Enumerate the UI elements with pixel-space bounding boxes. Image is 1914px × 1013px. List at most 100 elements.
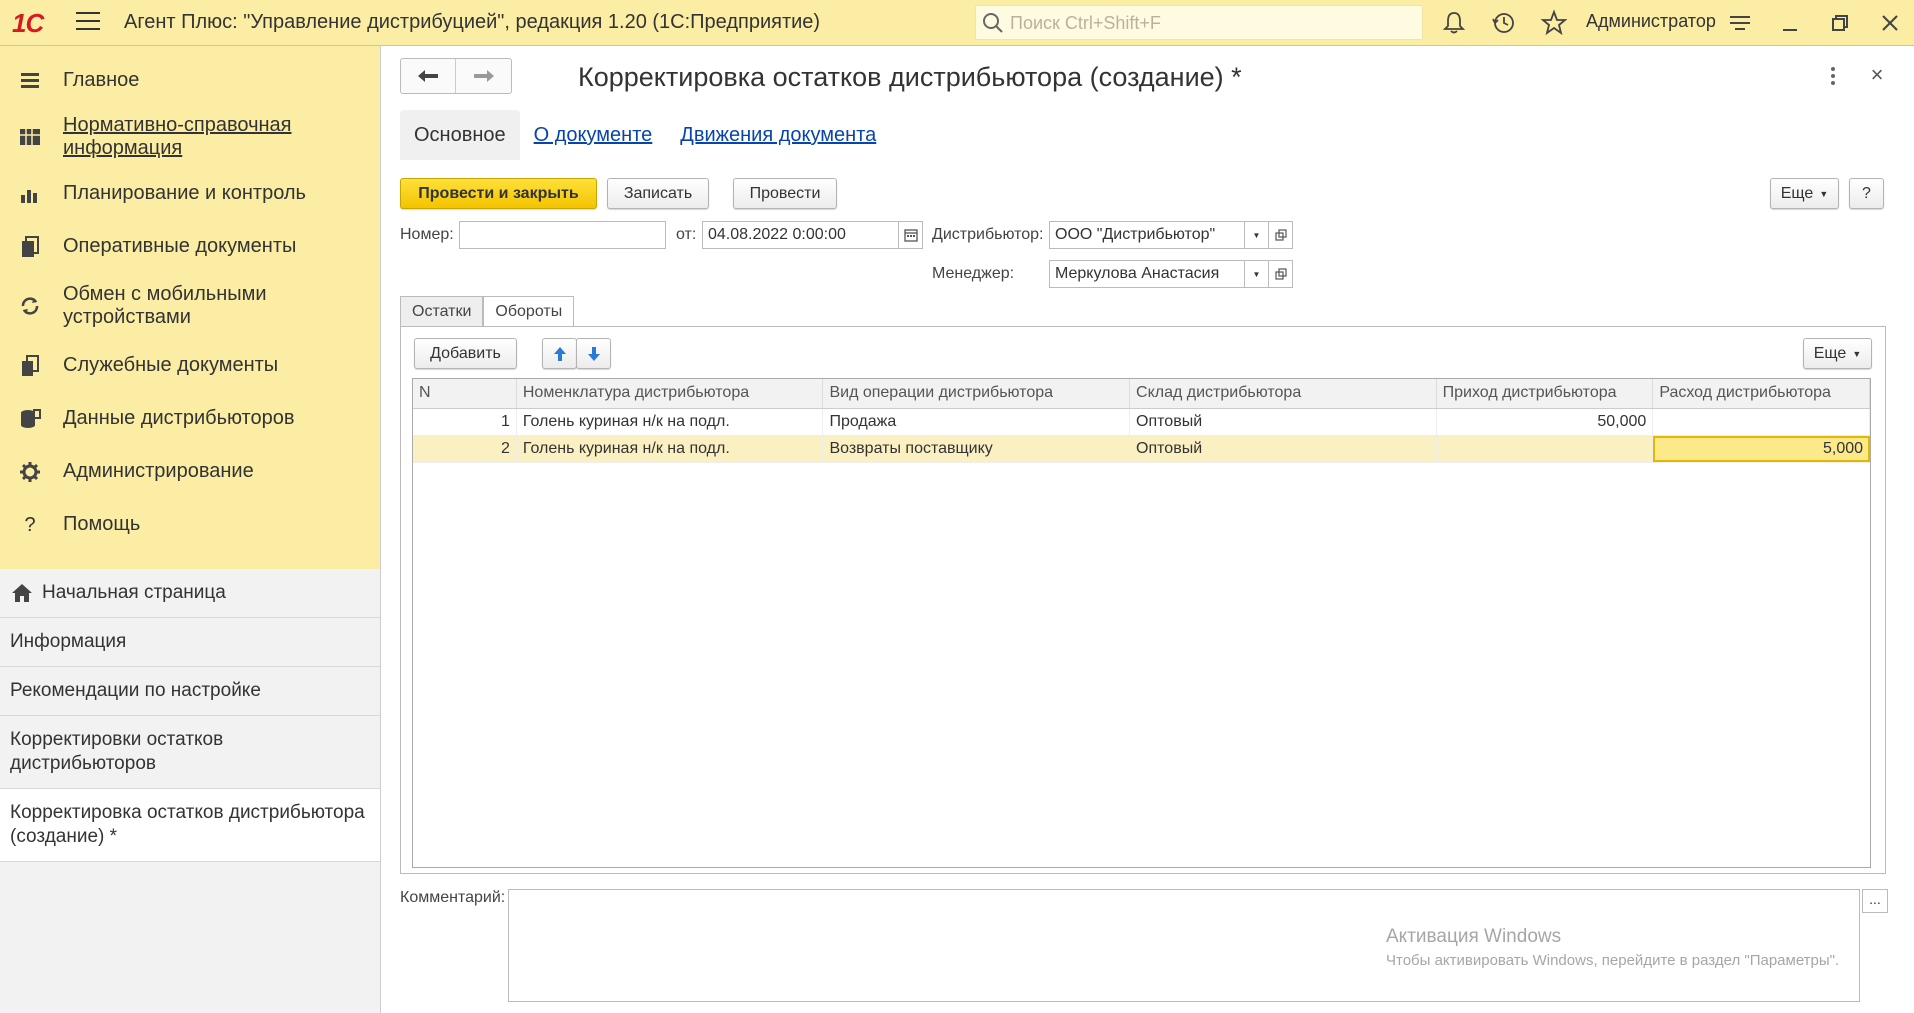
cell-operation[interactable]: Возвраты поставщику bbox=[823, 436, 1131, 462]
cell-warehouse[interactable]: Оптовый bbox=[1130, 436, 1437, 462]
table-row[interactable]: 2 Голень куриная н/к на подл. Возвраты п… bbox=[413, 436, 1871, 463]
cell-item[interactable]: Голень куриная н/к на подл. bbox=[517, 409, 824, 435]
star-icon[interactable] bbox=[1540, 9, 1568, 37]
cell-income[interactable]: 50,000 bbox=[1437, 409, 1654, 435]
more-button[interactable]: Еще ▼ bbox=[1770, 178, 1839, 209]
tab-document-movements[interactable]: Движения документа bbox=[666, 110, 890, 160]
cell-n: 1 bbox=[413, 409, 517, 435]
section-label: Администрирование bbox=[63, 460, 254, 482]
tab-main[interactable]: Основное bbox=[400, 110, 520, 160]
section-distributor-data[interactable]: Данные дистрибьюторов bbox=[0, 392, 380, 445]
column-header-n[interactable]: N bbox=[413, 379, 517, 408]
bar-chart-icon bbox=[21, 189, 37, 203]
back-button[interactable] bbox=[401, 59, 456, 93]
search-icon bbox=[983, 13, 1003, 33]
section-main[interactable]: Главное bbox=[0, 54, 380, 107]
database-icon bbox=[21, 408, 41, 428]
open-window-adjustment-create[interactable]: Корректировка остатков дистрибьютора (со… bbox=[0, 789, 380, 862]
more-vertical-icon[interactable] bbox=[1823, 64, 1843, 88]
calendar-button[interactable] bbox=[898, 221, 923, 249]
search-input[interactable]: Поиск Ctrl+Shift+F bbox=[975, 5, 1423, 40]
manager-label: Менеджер: bbox=[932, 265, 1015, 282]
minimize-icon[interactable] bbox=[1775, 8, 1805, 38]
distributor-dropdown-button[interactable]: ▼ bbox=[1244, 221, 1269, 249]
watermark-title: Активация Windows bbox=[1386, 926, 1562, 947]
chevron-down-icon: ▼ bbox=[1852, 348, 1862, 359]
section-label: Планирование и контроль bbox=[63, 182, 306, 204]
post-button[interactable]: Провести bbox=[733, 178, 837, 209]
open-window-icon bbox=[1274, 268, 1287, 280]
help-button[interactable]: ? bbox=[1849, 178, 1884, 209]
table-row[interactable]: 1 Голень куриная н/к на подл. Продажа Оп… bbox=[413, 409, 1871, 436]
open-window-adjustments-list[interactable]: Корректировки остатков дистрибьюторов bbox=[0, 716, 381, 789]
bell-icon[interactable] bbox=[1440, 9, 1468, 37]
search-placeholder: Поиск Ctrl+Shift+F bbox=[1010, 13, 1161, 33]
cell-n: 2 bbox=[413, 436, 517, 462]
open-windows-list: Начальная страница Информация Рекомендац… bbox=[0, 569, 381, 862]
section-reference-info[interactable]: Нормативно-справочная информация bbox=[0, 107, 380, 167]
tab-about-document[interactable]: О документе bbox=[520, 110, 667, 160]
cell-expense[interactable] bbox=[1653, 409, 1871, 435]
calendar-icon bbox=[903, 229, 918, 242]
section-administration[interactable]: Администрирование bbox=[0, 445, 380, 498]
section-service-docs[interactable]: Служебные документы bbox=[0, 339, 380, 392]
service-docs-icon bbox=[22, 354, 39, 376]
comment-expand-button[interactable]: ... bbox=[1862, 889, 1888, 913]
settings-lines-icon[interactable] bbox=[1725, 8, 1755, 38]
forward-button[interactable] bbox=[456, 59, 511, 93]
section-label: Нормативно-справочная информация bbox=[63, 114, 292, 159]
column-header-item[interactable]: Номенклатура дистрибьютора bbox=[517, 379, 824, 408]
date-field[interactable]: 04.08.2022 0:00:00 bbox=[702, 221, 899, 249]
chevron-down-icon: ▼ bbox=[1252, 269, 1261, 279]
column-header-expense[interactable]: Расход дистрибьютора bbox=[1653, 379, 1871, 408]
close-form-icon[interactable]: × bbox=[1866, 62, 1888, 87]
column-header-warehouse[interactable]: Склад дистрибьютора bbox=[1130, 379, 1437, 408]
save-button[interactable]: Записать bbox=[607, 178, 709, 209]
user-name[interactable]: Администратор bbox=[1586, 11, 1716, 32]
move-down-button[interactable] bbox=[576, 338, 611, 369]
open-window-label: Начальная страница bbox=[42, 582, 226, 603]
close-app-icon[interactable] bbox=[1875, 8, 1905, 38]
post-and-close-button[interactable]: Провести и закрыть bbox=[400, 178, 597, 209]
cell-item[interactable]: Голень куриная н/к на подл. bbox=[517, 436, 824, 462]
cell-income[interactable] bbox=[1437, 436, 1654, 462]
move-up-button[interactable] bbox=[542, 338, 577, 369]
manager-open-button[interactable] bbox=[1268, 260, 1293, 288]
manager-dropdown-button[interactable]: ▼ bbox=[1244, 260, 1269, 288]
menu-lines-icon bbox=[21, 72, 39, 88]
open-window-home[interactable]: Начальная страница bbox=[0, 569, 380, 618]
documents-icon bbox=[22, 235, 39, 257]
section-planning[interactable]: Планирование и контроль bbox=[0, 167, 380, 220]
section-mobile-exchange[interactable]: Обмен с мобильными устройствами bbox=[0, 273, 380, 339]
main-menu-icon[interactable] bbox=[76, 12, 100, 32]
section-label: Оперативные документы bbox=[63, 235, 297, 257]
gear-icon bbox=[20, 461, 40, 482]
section-help[interactable]: ? Помощь bbox=[0, 498, 380, 551]
distributor-field[interactable]: ООО "Дистрибьютор" bbox=[1049, 221, 1245, 249]
chevron-down-icon: ▼ bbox=[1819, 188, 1829, 199]
table-more-button[interactable]: Еще ▼ bbox=[1803, 338, 1872, 369]
arrow-right-icon bbox=[473, 70, 494, 82]
section-operational-docs[interactable]: Оперативные документы bbox=[0, 220, 380, 273]
history-icon[interactable] bbox=[1490, 9, 1518, 37]
app-title: Агент Плюс: "Управление дистрибуцией", р… bbox=[124, 11, 821, 33]
table-header: N Номенклатура дистрибьютора Вид операци… bbox=[413, 379, 1871, 409]
add-row-button[interactable]: Добавить bbox=[414, 338, 517, 369]
cell-expense[interactable]: 5,000 bbox=[1653, 436, 1871, 462]
number-field[interactable] bbox=[459, 221, 666, 249]
column-header-income[interactable]: Приход дистрибьютора bbox=[1437, 379, 1654, 408]
watermark-text: Чтобы активировать Windows, перейдите в … bbox=[1386, 952, 1840, 969]
chevron-down-icon: ▼ bbox=[1252, 230, 1261, 240]
distributor-open-button[interactable] bbox=[1268, 221, 1293, 249]
restore-icon[interactable] bbox=[1825, 8, 1855, 38]
more-label: Еще bbox=[1780, 184, 1814, 202]
manager-field[interactable]: Меркулова Анастасия bbox=[1049, 260, 1245, 288]
tab-turnovers[interactable]: Обороты bbox=[483, 296, 575, 327]
cell-operation[interactable]: Продажа bbox=[823, 409, 1131, 435]
more-label: Еще bbox=[1813, 344, 1847, 362]
column-header-operation[interactable]: Вид операции дистрибьютора bbox=[823, 379, 1131, 408]
open-window-info[interactable]: Информация bbox=[0, 618, 380, 667]
tab-balances[interactable]: Остатки bbox=[400, 296, 484, 326]
cell-warehouse[interactable]: Оптовый bbox=[1130, 409, 1437, 435]
open-window-recommendations[interactable]: Рекомендации по настройке bbox=[0, 667, 380, 716]
